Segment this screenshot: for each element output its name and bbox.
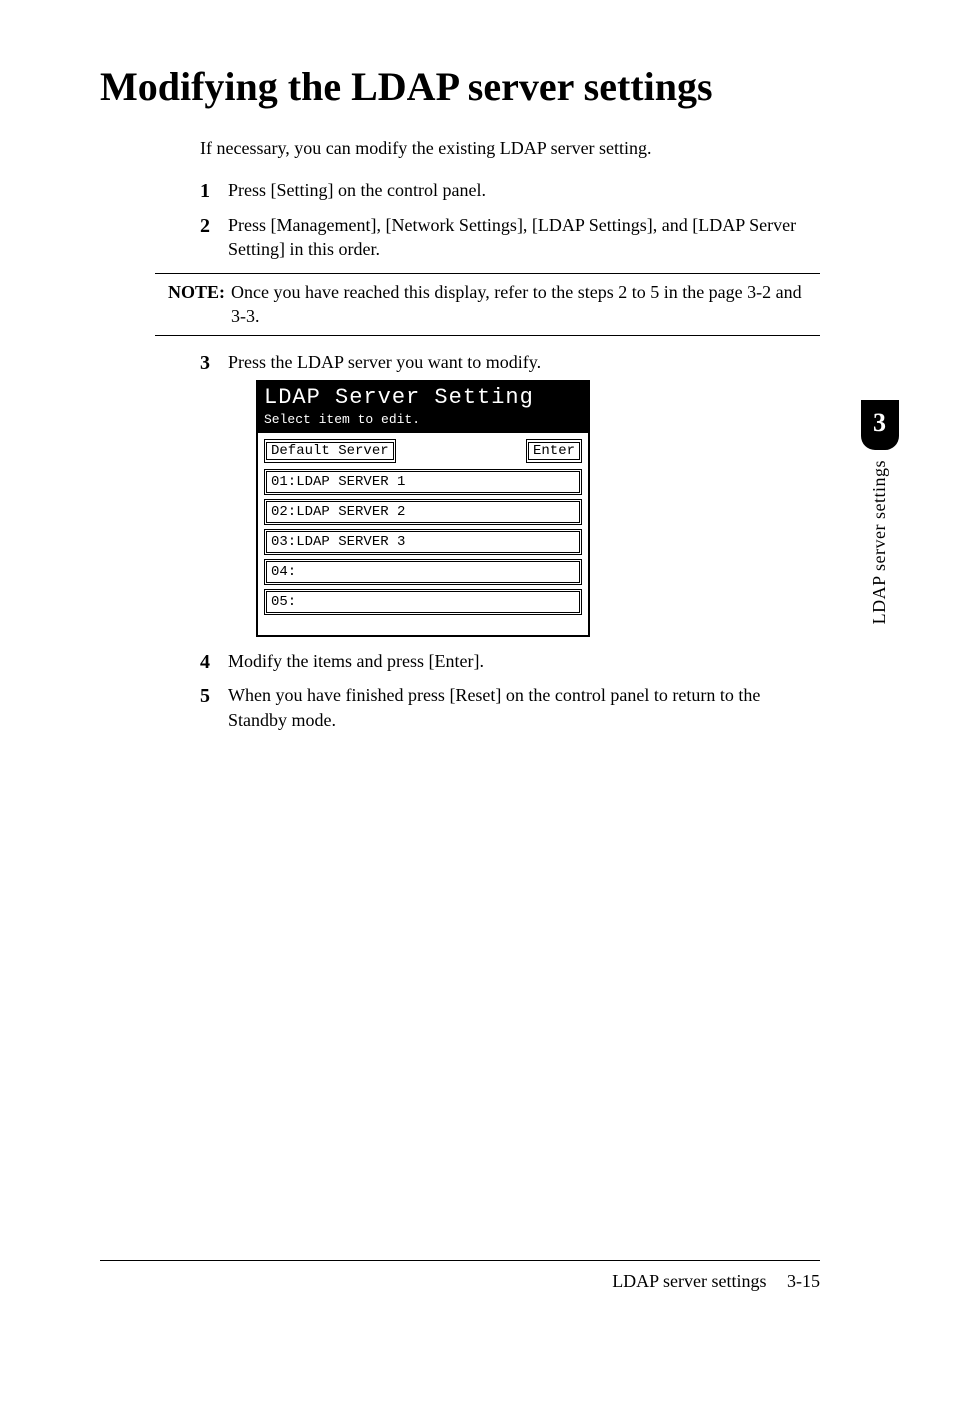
default-server-button-label: Default Server bbox=[266, 442, 394, 460]
side-tab: 3 LDAP server settings bbox=[843, 400, 916, 624]
server-list: 01:LDAP SERVER 1 02:LDAP SERVER 2 03:LDA… bbox=[264, 469, 582, 615]
step-number: 2 bbox=[200, 213, 210, 240]
server-list-item[interactable]: 02:LDAP SERVER 2 bbox=[264, 499, 582, 525]
screen-header: LDAP Server Setting Select item to edit. bbox=[258, 382, 588, 433]
step-3: 3 Press the LDAP server you want to modi… bbox=[200, 350, 820, 637]
note-block: NOTE: Once you have reached this display… bbox=[155, 273, 820, 336]
step-number: 5 bbox=[200, 683, 210, 710]
chapter-tab-number: 3 bbox=[861, 400, 899, 450]
chapter-tab-text: LDAP server settings bbox=[867, 460, 891, 624]
server-list-item[interactable]: 05: bbox=[264, 589, 582, 615]
page-footer: LDAP server settings 3-15 bbox=[100, 1260, 820, 1293]
step-number: 4 bbox=[200, 649, 210, 676]
intro-text: If necessary, you can modify the existin… bbox=[200, 136, 820, 160]
enter-button-label: Enter bbox=[528, 442, 580, 460]
step-text: Press [Management], [Network Settings], … bbox=[228, 215, 796, 259]
step-number: 1 bbox=[200, 178, 210, 205]
server-list-item[interactable]: 01:LDAP SERVER 1 bbox=[264, 469, 582, 495]
step-text: Modify the items and press [Enter]. bbox=[228, 651, 484, 671]
enter-button[interactable]: Enter bbox=[526, 439, 582, 463]
default-server-button[interactable]: Default Server bbox=[264, 439, 396, 463]
step-text: Press the LDAP server you want to modify… bbox=[228, 352, 541, 372]
step-text: Press [Setting] on the control panel. bbox=[228, 180, 486, 200]
screen-subtitle: Select item to edit. bbox=[264, 411, 582, 429]
page-title: Modifying the LDAP server settings bbox=[100, 60, 954, 114]
step-number: 3 bbox=[200, 350, 210, 377]
note-label: NOTE: bbox=[155, 280, 231, 329]
server-list-item[interactable]: 04: bbox=[264, 559, 582, 585]
step-text: When you have finished press [Reset] on … bbox=[228, 685, 760, 729]
note-text: Once you have reached this display, refe… bbox=[231, 280, 820, 329]
step-5: 5 When you have finished press [Reset] o… bbox=[200, 683, 820, 732]
step-4: 4 Modify the items and press [Enter]. bbox=[200, 649, 820, 673]
footer-section: LDAP server settings bbox=[612, 1271, 766, 1291]
step-2: 2 Press [Management], [Network Settings]… bbox=[200, 213, 820, 262]
footer-page-number: 3-15 bbox=[787, 1271, 820, 1291]
screen-title: LDAP Server Setting bbox=[264, 386, 582, 409]
step-1: 1 Press [Setting] on the control panel. bbox=[200, 178, 820, 202]
server-list-item[interactable]: 03:LDAP SERVER 3 bbox=[264, 529, 582, 555]
ldap-server-setting-screen: LDAP Server Setting Select item to edit.… bbox=[256, 380, 590, 637]
